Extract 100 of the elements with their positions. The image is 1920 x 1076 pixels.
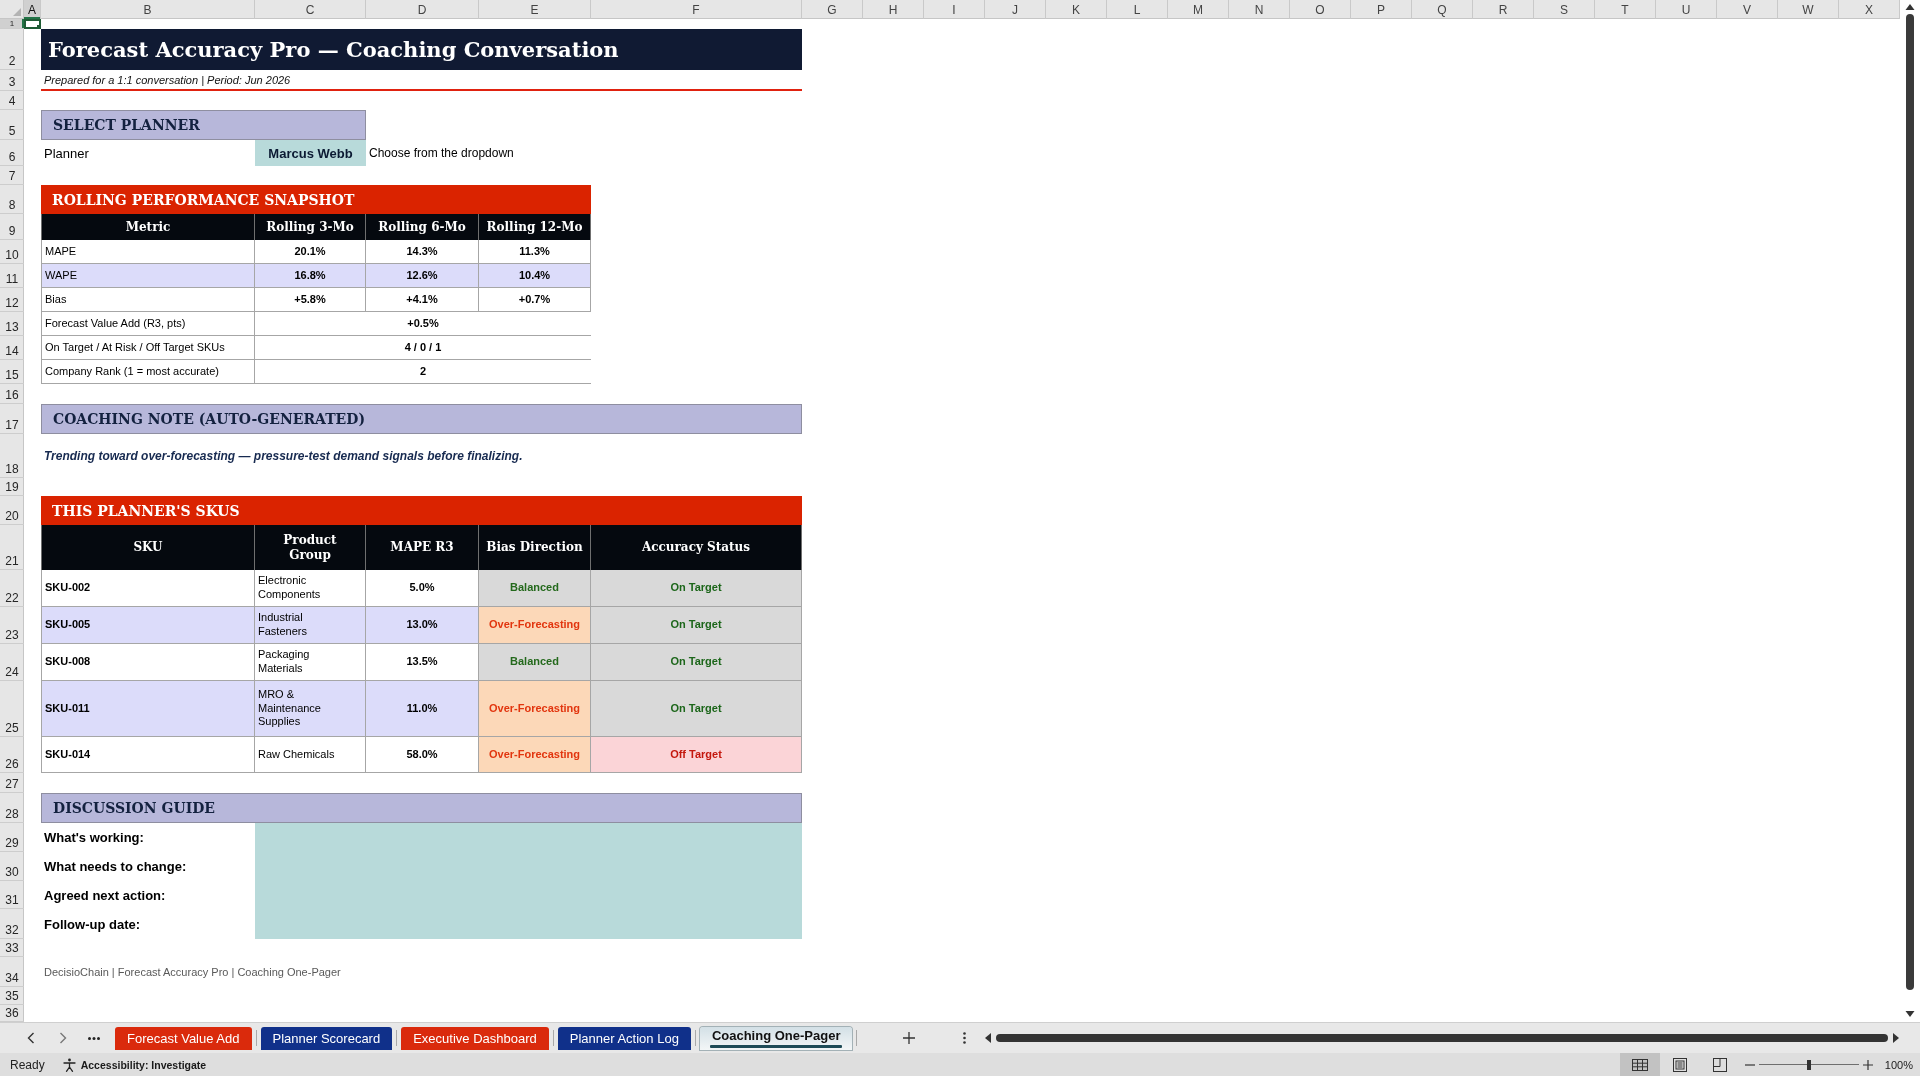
row-header[interactable]: 6: [0, 140, 24, 166]
column-header[interactable]: V: [1717, 0, 1778, 19]
column-header[interactable]: F: [591, 0, 802, 19]
report-title: Forecast Accuracy Pro — Coaching Conversation: [41, 29, 802, 70]
column-header[interactable]: W: [1778, 0, 1839, 19]
column-header[interactable]: U: [1656, 0, 1717, 19]
plus-icon[interactable]: [1862, 1059, 1873, 1070]
row-header[interactable]: 22: [0, 570, 24, 607]
column-header[interactable]: A: [24, 0, 41, 19]
row-header[interactable]: 1: [0, 19, 24, 29]
column-header[interactable]: S: [1534, 0, 1595, 19]
chevron-right-icon[interactable]: [59, 1032, 67, 1044]
row-header[interactable]: 35: [0, 987, 24, 1005]
table-cell: Company Rank (1 = most accurate): [41, 360, 255, 384]
row-header[interactable]: 19: [0, 478, 24, 496]
page-layout-icon: [1672, 1057, 1687, 1072]
row-header[interactable]: 17: [0, 404, 24, 434]
table-cell: On Target: [591, 570, 802, 607]
row-header[interactable]: 33: [0, 939, 24, 957]
column-header[interactable]: J: [985, 0, 1046, 19]
zoom-level[interactable]: 100%: [1884, 1058, 1913, 1071]
row-header[interactable]: 16: [0, 384, 24, 404]
sheet-tab[interactable]: Coaching One-Pager: [699, 1026, 853, 1050]
chevron-left-icon[interactable]: [27, 1032, 35, 1044]
planner-dropdown[interactable]: Marcus Webb: [255, 140, 366, 166]
column-header[interactable]: L: [1107, 0, 1168, 19]
table-cell: On Target: [591, 681, 802, 737]
notes-field[interactable]: [255, 823, 802, 939]
row-header[interactable]: 15: [0, 360, 24, 384]
row-header[interactable]: 34: [0, 957, 24, 987]
row-header[interactable]: 12: [0, 288, 24, 312]
row-header[interactable]: 24: [0, 644, 24, 681]
table-cell: MRO & Maintenance Supplies: [255, 681, 366, 737]
column-header[interactable]: Q: [1412, 0, 1473, 19]
column-header[interactable]: X: [1839, 0, 1900, 19]
table-cell: Balanced: [479, 644, 591, 681]
row-header[interactable]: 10: [0, 240, 24, 264]
column-header[interactable]: N: [1229, 0, 1290, 19]
accessibility-button[interactable]: Accessibility: Investigate: [60, 1057, 209, 1072]
sheet-tab[interactable]: Executive Dashboard: [401, 1026, 549, 1050]
row-header[interactable]: 18: [0, 434, 24, 478]
row-header[interactable]: 7: [0, 166, 24, 185]
column-header[interactable]: B: [41, 0, 255, 19]
zoom-slider-thumb[interactable]: [1806, 1059, 1811, 1070]
row-header[interactable]: 9: [0, 214, 24, 240]
column-header[interactable]: C: [255, 0, 366, 19]
column-header[interactable]: P: [1351, 0, 1412, 19]
row-header[interactable]: 28: [0, 793, 24, 823]
column-header[interactable]: M: [1168, 0, 1229, 19]
table-cell: Over-Forecasting: [479, 607, 591, 644]
sheet-tab[interactable]: Planner Scorecard: [260, 1026, 393, 1050]
row-header[interactable]: 32: [0, 909, 24, 939]
table-cell: 16.8%: [255, 264, 366, 288]
column-header[interactable]: I: [924, 0, 985, 19]
row-header[interactable]: 30: [0, 852, 24, 881]
table-header: MAPE R3: [366, 525, 479, 570]
table-cell: Industrial Fasteners: [255, 607, 366, 644]
sheet-tab[interactable]: Planner Action Log: [557, 1026, 691, 1050]
minus-icon[interactable]: [1744, 1063, 1755, 1066]
row-header[interactable]: 36: [0, 1005, 24, 1022]
row-header[interactable]: 31: [0, 881, 24, 909]
row-header[interactable]: 13: [0, 312, 24, 336]
row-header[interactable]: 26: [0, 737, 24, 773]
table-header: Metric: [41, 214, 255, 240]
column-header[interactable]: T: [1595, 0, 1656, 19]
row-header[interactable]: 20: [0, 496, 24, 525]
sheet-tab[interactable]: Forecast Value Add: [115, 1026, 252, 1050]
field-label: What needs to change:: [43, 858, 188, 876]
table-header: Rolling 12-Mo: [479, 214, 591, 240]
table-header: Rolling 3-Mo: [255, 214, 366, 240]
ellipsis-icon[interactable]: [88, 1036, 100, 1040]
table-header: Product Group: [255, 525, 366, 570]
hint-text: Choose from the dropdown: [368, 145, 515, 162]
section-heading: SELECT PLANNER: [41, 110, 366, 140]
column-header[interactable]: K: [1046, 0, 1107, 19]
plus-icon[interactable]: [903, 1032, 916, 1044]
triangle-icon: [13, 8, 21, 16]
row-header[interactable]: 4: [0, 91, 24, 110]
row-header[interactable]: 2: [0, 29, 24, 70]
vertical-ellipsis-icon[interactable]: [963, 1032, 967, 1044]
column-header[interactable]: E: [479, 0, 591, 19]
row-header[interactable]: 23: [0, 607, 24, 644]
view-button[interactable]: [1619, 1053, 1660, 1076]
row-header[interactable]: 14: [0, 336, 24, 360]
row-header[interactable]: 25: [0, 681, 24, 737]
row-header[interactable]: 29: [0, 823, 24, 852]
column-header[interactable]: G: [802, 0, 863, 19]
horizontal-scrollbar[interactable]: [984, 1032, 1901, 1044]
column-header[interactable]: O: [1290, 0, 1351, 19]
row-header[interactable]: 3: [0, 70, 24, 91]
row-header[interactable]: 8: [0, 185, 24, 214]
row-header[interactable]: 11: [0, 264, 24, 288]
row-header[interactable]: 5: [0, 110, 24, 140]
column-header[interactable]: H: [863, 0, 924, 19]
table-cell: +0.5%: [255, 312, 591, 336]
row-header[interactable]: 21: [0, 525, 24, 570]
row-header[interactable]: 27: [0, 773, 24, 793]
table-cell: Over-Forecasting: [479, 681, 591, 737]
column-header[interactable]: D: [366, 0, 479, 19]
column-header[interactable]: R: [1473, 0, 1534, 19]
